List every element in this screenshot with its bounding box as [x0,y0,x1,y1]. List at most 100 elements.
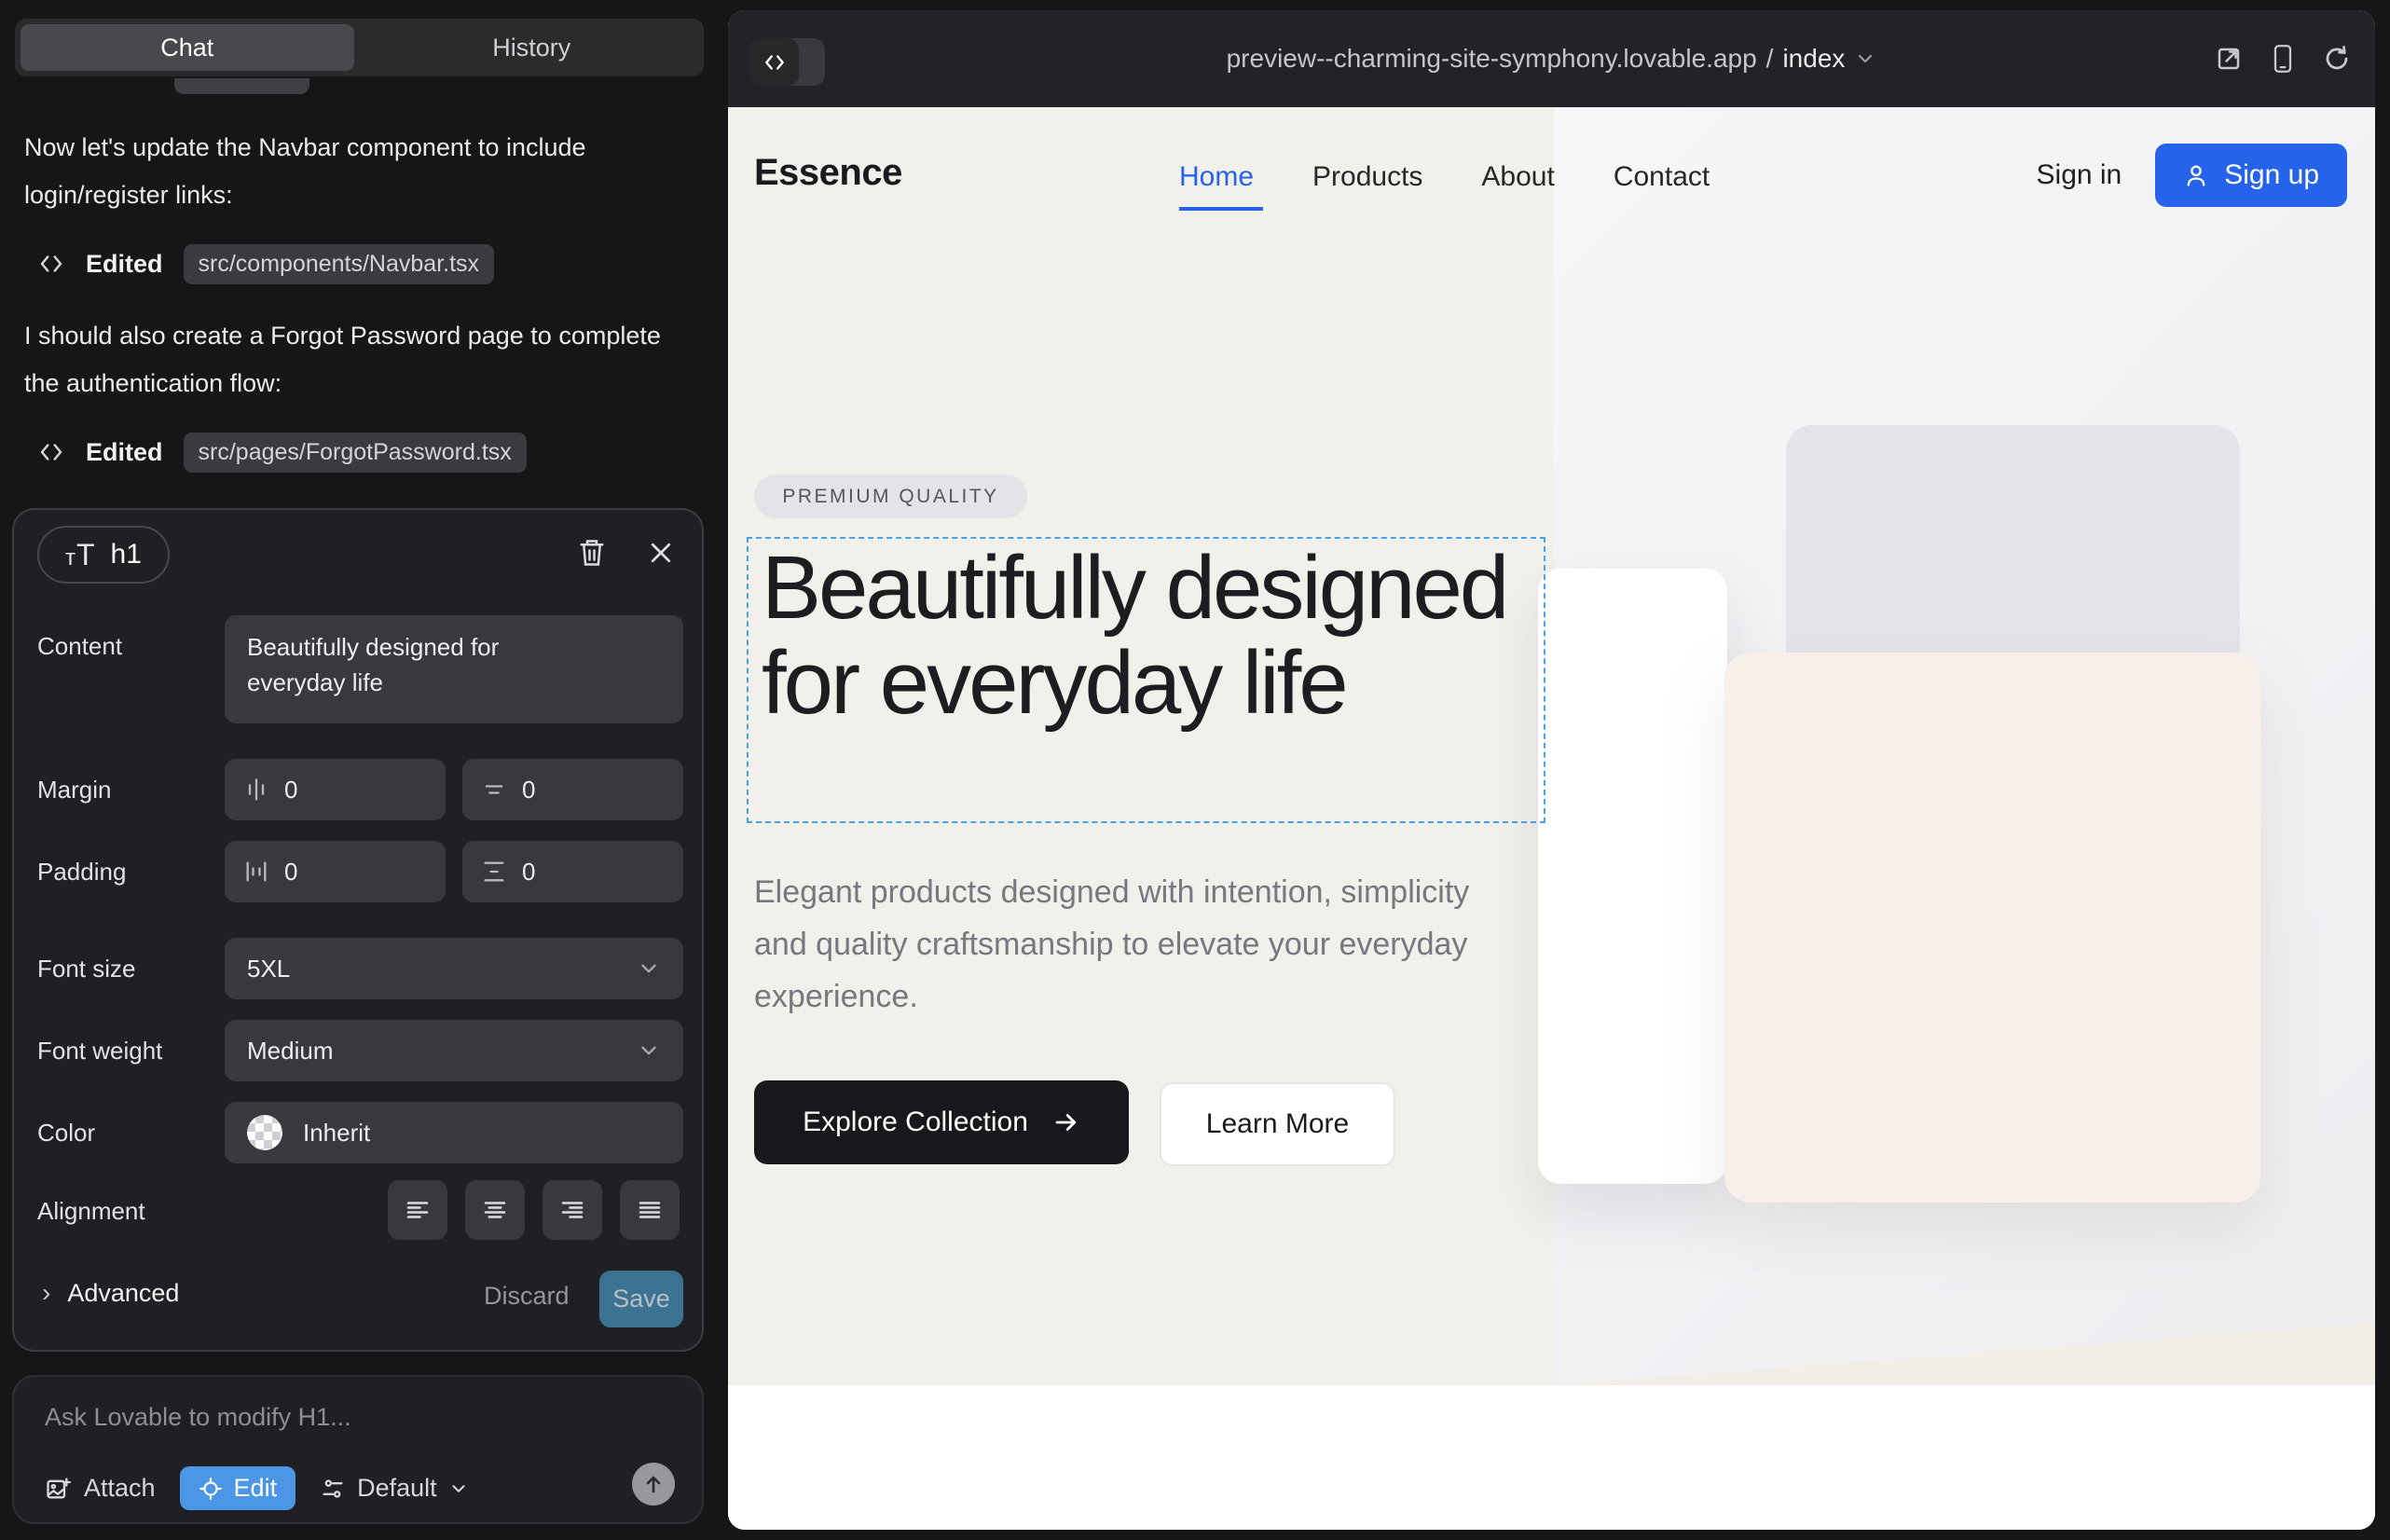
site-nav: Home Products About Contact [1179,161,1710,193]
font-size-label: Font size [37,955,136,983]
align-center-button[interactable] [465,1180,525,1240]
chevron-down-icon [637,1038,661,1063]
site-preview: Essence Home Products About Contact Sign… [728,107,2375,1530]
sign-up-label: Sign up [2224,159,2319,191]
chevron-down-icon [448,1478,469,1499]
chat-composer[interactable]: Ask Lovable to modify H1... Attach Edit … [12,1375,704,1524]
padding-horizontal-icon [243,859,269,885]
padding-label: Padding [37,858,126,887]
url-domain: preview--charming-site-symphony.lovable.… [1227,44,1757,74]
close-editor-button[interactable] [640,532,681,573]
edited-file-row[interactable]: Edited src/pages/ForgotPassword.tsx [37,431,527,474]
advanced-toggle[interactable]: › Advanced [42,1278,179,1308]
hero-heading[interactable]: Beautifully designed for everyday life [762,541,1535,731]
composer-input[interactable]: Ask Lovable to modify H1... [45,1403,351,1432]
site-logo[interactable]: Essence [754,152,902,194]
sign-in-link[interactable]: Sign in [2037,159,2122,191]
edited-file-chip[interactable]: src/components/Navbar.tsx [184,244,495,284]
color-swatch [247,1115,282,1150]
content-input[interactable]: Beautifully designed for everyday life [225,615,683,723]
lovable-chat-panel: Chat History Now let's update the Navbar… [0,0,728,1540]
url-separator: / [1766,44,1774,74]
align-justify-button[interactable] [620,1180,680,1240]
save-button[interactable]: Save [599,1271,683,1327]
padding-x-value: 0 [284,858,297,887]
open-external-icon[interactable] [2215,45,2243,73]
assistant-message: Now let's update the Navbar component to… [24,124,602,220]
padding-vertical-icon [481,859,507,885]
edited-file-row[interactable]: Edited src/components/Navbar.tsx [37,242,494,285]
decorative-card-white [1538,569,1727,1184]
font-weight-label: Font weight [37,1037,162,1066]
discard-button[interactable]: Discard [484,1282,570,1311]
chevron-down-icon[interactable] [1854,48,1876,70]
attach-button[interactable]: Attach [45,1474,156,1503]
font-weight-value: Medium [247,1037,333,1066]
selected-tag-label: h1 [111,539,142,571]
scrolled-chip-remnant [174,78,309,94]
margin-vertical-icon [481,777,507,803]
h1-selection-outline[interactable]: Beautifully designed for everyday life [747,537,1545,823]
hero-paragraph: Elegant products designed with intention… [754,867,1518,1023]
tab-history[interactable]: History [365,24,699,71]
margin-label: Margin [37,776,111,804]
padding-x-input[interactable]: 0 [225,841,446,902]
edited-label: Edited [86,250,163,279]
color-select[interactable]: Inherit [225,1102,683,1163]
delete-element-button[interactable] [571,532,612,573]
url-page: index [1782,44,1845,74]
nav-link-home[interactable]: Home [1179,161,1254,193]
padding-y-input[interactable]: 0 [462,841,683,902]
edited-label: Edited [86,438,163,467]
advanced-label: Advanced [67,1279,179,1308]
tab-chat[interactable]: Chat [21,24,354,71]
edited-file-chip[interactable]: src/pages/ForgotPassword.tsx [184,433,527,473]
code-icon [37,250,65,278]
assistant-message: I should also create a Forgot Password p… [24,312,677,408]
color-label: Color [37,1119,95,1148]
margin-y-value: 0 [522,776,535,804]
color-value: Inherit [303,1119,370,1148]
next-section-background [728,1385,2375,1530]
attach-image-icon [45,1476,71,1502]
nav-link-contact[interactable]: Contact [1614,161,1710,193]
send-button[interactable] [632,1463,675,1506]
attach-label: Attach [84,1474,156,1503]
active-nav-underline [1179,207,1263,211]
arrow-right-icon [1052,1108,1080,1136]
mode-label: Default [357,1474,437,1503]
alignment-label: Alignment [37,1197,145,1226]
decorative-card-cream [1724,653,2260,1203]
edit-label: Edit [234,1474,278,1503]
url-bar[interactable]: preview--charming-site-symphony.lovable.… [728,10,2375,107]
mode-dropdown[interactable]: Default [320,1474,469,1503]
explore-collection-label: Explore Collection [803,1107,1028,1138]
refresh-icon[interactable] [2323,45,2351,73]
margin-x-value: 0 [284,776,297,804]
nav-link-about[interactable]: About [1481,161,1554,193]
premium-quality-badge: PREMIUM QUALITY [754,474,1027,518]
edit-mode-button[interactable]: Edit [180,1466,296,1510]
align-right-button[interactable] [543,1180,602,1240]
code-icon [37,438,65,466]
user-icon [2183,162,2209,188]
chevron-down-icon [637,956,661,981]
typography-icon: тT [65,538,96,572]
preview-window: preview--charming-site-symphony.lovable.… [728,10,2375,1530]
sign-up-button[interactable]: Sign up [2155,144,2347,207]
explore-collection-button[interactable]: Explore Collection [754,1080,1129,1164]
preview-toolbar: preview--charming-site-symphony.lovable.… [728,10,2375,107]
font-size-select[interactable]: 5XL [225,938,683,999]
mobile-view-icon[interactable] [2271,44,2295,74]
font-size-value: 5XL [247,955,290,983]
sliders-icon [320,1476,346,1502]
font-weight-select[interactable]: Medium [225,1020,683,1081]
margin-x-input[interactable]: 0 [225,759,446,820]
chat-history-tabbar: Chat History [15,19,704,76]
learn-more-button[interactable]: Learn More [1160,1082,1395,1166]
nav-link-products[interactable]: Products [1312,161,1422,193]
selected-element-pill[interactable]: тT h1 [37,526,170,584]
content-label: Content [37,632,122,661]
margin-y-input[interactable]: 0 [462,759,683,820]
align-left-button[interactable] [388,1180,447,1240]
